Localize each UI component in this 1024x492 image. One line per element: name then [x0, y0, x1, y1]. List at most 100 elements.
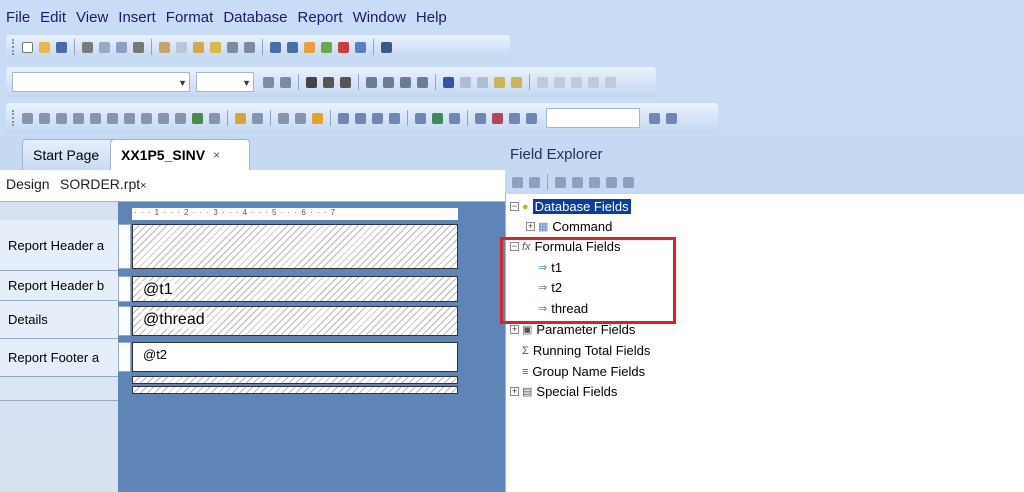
- expand-icon[interactable]: +: [510, 387, 519, 396]
- tab-report[interactable]: XX1P5_SINV ×: [110, 139, 250, 170]
- font-size-combo[interactable]: ▼: [196, 72, 254, 92]
- insert-field-icon[interactable]: [512, 176, 523, 188]
- increase-font-icon[interactable]: [263, 76, 274, 88]
- section-report-footer-a[interactable]: Report Footer a: [0, 339, 118, 377]
- database-expert-icon[interactable]: [355, 41, 366, 53]
- section-details[interactable]: Details: [0, 301, 118, 339]
- redo-icon[interactable]: [244, 41, 255, 53]
- insert-text-object-icon[interactable]: [22, 112, 33, 124]
- section-report-footer-b[interactable]: [0, 377, 118, 401]
- bold-icon[interactable]: [306, 76, 317, 88]
- band-report-footer-c[interactable]: [132, 386, 458, 394]
- sort-descending-icon[interactable]: [295, 112, 306, 124]
- percent-icon[interactable]: [571, 76, 582, 88]
- field-explorer-toggle-icon[interactable]: [252, 112, 263, 124]
- insert-crosstab-icon[interactable]: [73, 112, 84, 124]
- menu-format[interactable]: Format: [166, 9, 214, 26]
- insert-chart-icon[interactable]: [175, 112, 186, 124]
- first-page-icon[interactable]: [509, 112, 520, 124]
- decrease-decimal-icon[interactable]: [605, 76, 616, 88]
- insert-flash-icon[interactable]: [209, 112, 220, 124]
- page-setup-icon[interactable]: [133, 41, 144, 53]
- band-report-header-a[interactable]: [132, 224, 458, 269]
- sql-expression-icon[interactable]: [372, 112, 383, 124]
- band-details[interactable]: @thread: [132, 306, 458, 336]
- cut-icon[interactable]: [159, 41, 170, 53]
- select-expert-icon[interactable]: [304, 41, 315, 53]
- tree-node-database-fields[interactable]: − ● Database Fields: [510, 199, 631, 214]
- previous-page-icon[interactable]: [526, 112, 537, 124]
- band-report-header-b[interactable]: @t1: [132, 276, 458, 302]
- copy-icon[interactable]: [176, 41, 187, 53]
- insert-map-icon[interactable]: [192, 112, 203, 124]
- menu-database[interactable]: Database: [223, 9, 287, 26]
- tree-node-running-total-fields[interactable]: Σ Running Total Fields: [522, 343, 650, 358]
- menu-edit[interactable]: Edit: [40, 9, 66, 26]
- formula-icon[interactable]: [355, 112, 366, 124]
- menu-help[interactable]: Help: [416, 9, 447, 26]
- menu-report[interactable]: Report: [298, 9, 343, 26]
- format-painter-icon[interactable]: [210, 41, 221, 53]
- align-center-icon[interactable]: [383, 76, 394, 88]
- insert-olap-icon[interactable]: [90, 112, 101, 124]
- menu-view[interactable]: View: [76, 9, 108, 26]
- insert-picture-icon[interactable]: [158, 112, 169, 124]
- find-icon[interactable]: [381, 41, 392, 53]
- rename-icon[interactable]: [606, 176, 617, 188]
- font-color-icon[interactable]: [443, 76, 454, 88]
- menu-file[interactable]: File: [6, 9, 30, 26]
- page-number-field[interactable]: [546, 108, 640, 128]
- sort-ascending-icon[interactable]: [278, 112, 289, 124]
- save-icon[interactable]: [56, 41, 67, 53]
- menu-insert[interactable]: Insert: [118, 9, 156, 26]
- band-report-footer-a[interactable]: @t2: [132, 342, 458, 372]
- lock-format-icon[interactable]: [494, 76, 505, 88]
- band-report-footer-b[interactable]: [132, 376, 458, 384]
- close-icon[interactable]: ×: [140, 180, 146, 192]
- toolbar-gripper[interactable]: [12, 39, 15, 55]
- align-left-icon[interactable]: [366, 76, 377, 88]
- formula-field-t1[interactable]: @t1: [141, 281, 175, 299]
- new-icon[interactable]: [22, 41, 33, 53]
- print-icon[interactable]: [82, 41, 93, 53]
- dependency-checker-icon[interactable]: [449, 112, 460, 124]
- browse-icon[interactable]: [529, 176, 540, 188]
- section-report-header-b[interactable]: Report Header b: [0, 271, 118, 301]
- section-report-header-a[interactable]: Report Header a: [0, 220, 118, 271]
- filter-icon[interactable]: [312, 112, 323, 124]
- paste-icon[interactable]: [193, 41, 204, 53]
- border-icon[interactable]: [460, 76, 471, 88]
- suppress-icon[interactable]: [477, 76, 488, 88]
- font-name-combo[interactable]: ▼: [12, 72, 190, 92]
- align-right-icon[interactable]: [400, 76, 411, 88]
- next-page-icon[interactable]: [649, 112, 660, 124]
- tree-node-parameter-fields[interactable]: + ▣ Parameter Fields: [510, 322, 635, 337]
- print-preview-icon[interactable]: [99, 41, 110, 53]
- stop-icon[interactable]: [492, 112, 503, 124]
- close-icon[interactable]: ×: [213, 148, 220, 162]
- tab-file[interactable]: SORDER.rpt×: [60, 176, 147, 192]
- tab-design[interactable]: Design: [6, 176, 50, 192]
- thousands-icon[interactable]: [554, 76, 565, 88]
- currency-icon[interactable]: [537, 76, 548, 88]
- select-icon[interactable]: [338, 112, 349, 124]
- tree-node-group-name-fields[interactable]: ≡ Group Name Fields: [522, 364, 645, 379]
- formula-field-thread[interactable]: @thread: [141, 311, 207, 329]
- insert-line-icon[interactable]: [124, 112, 135, 124]
- decrease-font-icon[interactable]: [280, 76, 291, 88]
- report-explorer-icon[interactable]: [415, 112, 426, 124]
- toolbar-gripper[interactable]: [12, 110, 15, 126]
- new-field-icon[interactable]: [555, 176, 566, 188]
- sort-icon[interactable]: [287, 41, 298, 53]
- last-page-icon[interactable]: [666, 112, 677, 124]
- collapse-icon[interactable]: −: [510, 202, 519, 211]
- database-icon[interactable]: [235, 112, 246, 124]
- formula-field-t2[interactable]: @t2: [141, 347, 170, 362]
- expand-icon[interactable]: +: [510, 325, 519, 334]
- delete-icon[interactable]: [623, 176, 634, 188]
- section-expert-icon[interactable]: [321, 41, 332, 53]
- increase-decimal-icon[interactable]: [588, 76, 599, 88]
- justify-icon[interactable]: [417, 76, 428, 88]
- insert-summary-icon[interactable]: [56, 112, 67, 124]
- italic-icon[interactable]: [323, 76, 334, 88]
